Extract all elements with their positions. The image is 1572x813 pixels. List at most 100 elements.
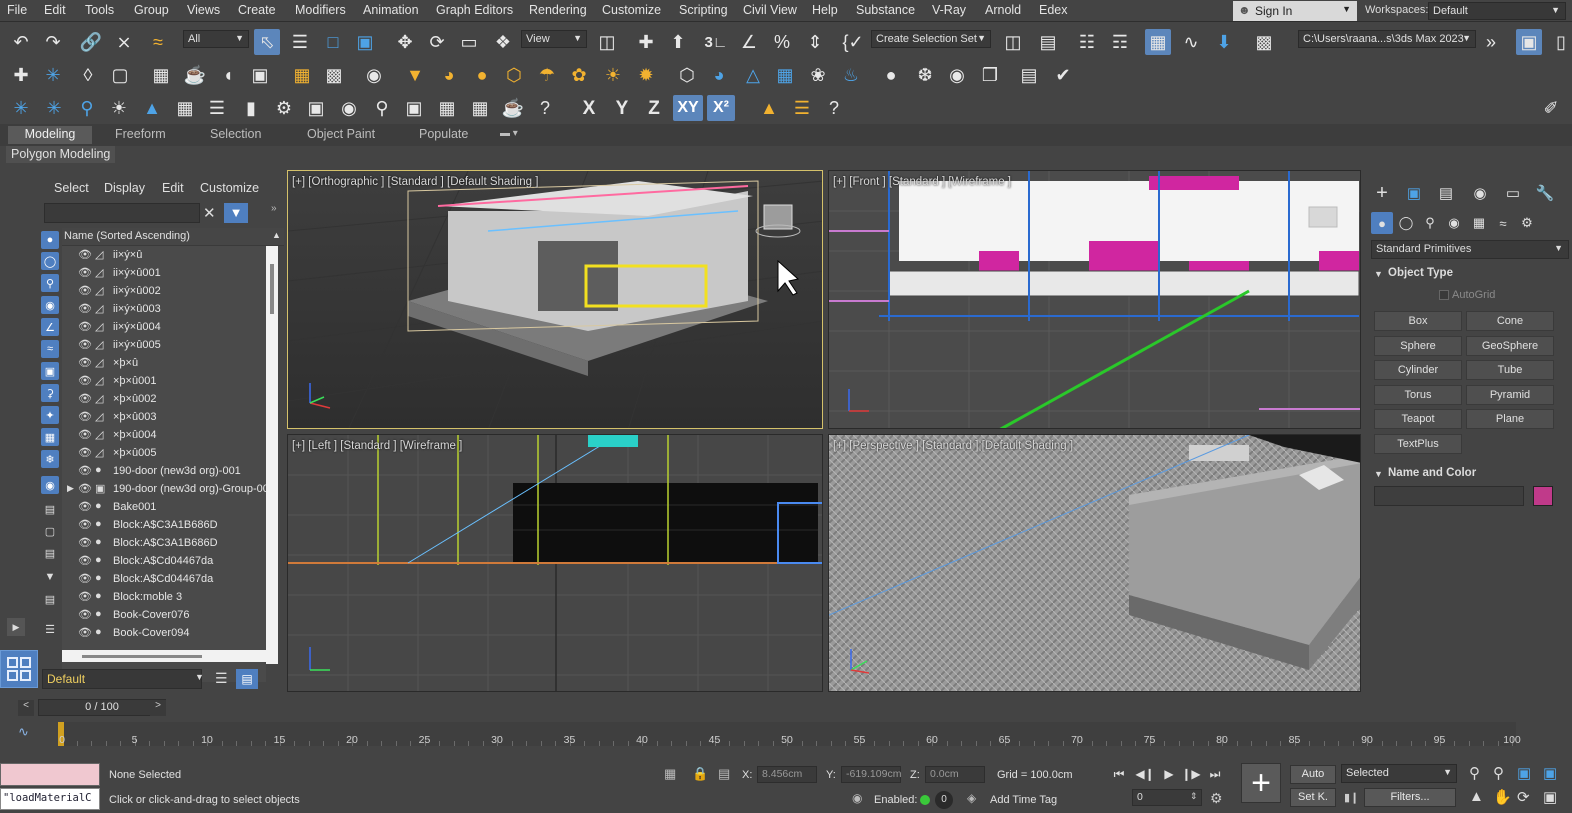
next-frame-icon[interactable]: ❙▶ (1180, 764, 1202, 784)
redo-icon[interactable]: ↷ (40, 29, 66, 55)
shapes-category-icon[interactable]: ◯ (1395, 212, 1417, 234)
ambient-light-icon[interactable]: ✿ (566, 62, 592, 88)
display-spacewarps-icon[interactable]: ≈ (41, 340, 59, 358)
menu-file[interactable]: File (7, 3, 27, 17)
display-geometry-icon[interactable]: ● (41, 231, 59, 249)
eye-icon[interactable]: 👁 (78, 374, 92, 387)
expand-arrow-icon[interactable]: ▶ (7, 618, 25, 636)
eye-icon[interactable]: 👁 (78, 284, 92, 297)
light-bulb-icon[interactable]: ⚲ (74, 95, 100, 121)
spot-light-icon[interactable]: ▼ (402, 62, 428, 88)
tree-scatter-icon[interactable]: ▲ (756, 95, 782, 121)
bind-space-warp-icon[interactable]: ≈ (145, 29, 171, 55)
menu-modifiers[interactable]: Modifiers (295, 3, 346, 17)
eye-icon[interactable]: 👁 (78, 464, 92, 477)
viewport-label[interactable]: [+] [Orthographic ] [Standard ] [Default… (292, 176, 538, 188)
display-frozen-icon[interactable]: ▤ (41, 500, 59, 518)
link-icon[interactable]: 🔗 (78, 29, 104, 55)
eye-icon[interactable]: 👁 (78, 590, 92, 603)
toggle-layer-explorer-icon[interactable]: ☶ (1107, 29, 1133, 55)
material-editor-icon[interactable]: ▩ (1251, 29, 1277, 55)
scene-search-input[interactable] (44, 203, 200, 223)
utilities-tab-icon[interactable]: 🔧 (1534, 182, 1556, 204)
spinner-snap-icon[interactable]: ⇕ (802, 29, 828, 55)
project-path-dropdown[interactable]: C:\Users\raana...s\3ds Max 2023 ▼ (1298, 30, 1476, 48)
rollout-collapse-icon[interactable]: ▼ (1374, 469, 1383, 479)
teapot-icon[interactable]: ☕ (182, 62, 208, 88)
list-item[interactable]: 👁 ◿ ×þ×û005 (62, 445, 266, 463)
go-to-end-icon[interactable]: ⏭ (1204, 764, 1226, 784)
viewport-label[interactable]: [+] [Left ] [Standard ] [Wireframe ] (292, 440, 462, 452)
list-item[interactable]: ▶ 👁 ▣ 190-door (new3d org)-Group-00 (62, 481, 266, 499)
named-selection-dropdown[interactable]: Create Selection Set ▼ (871, 30, 991, 48)
eye-icon[interactable]: 👁 (78, 320, 92, 333)
geosphere-button[interactable]: GeoSphere (1466, 335, 1554, 356)
eye-icon[interactable]: 👁 (78, 482, 92, 495)
scene-converter-icon[interactable]: ◉ (944, 62, 970, 88)
eye-icon[interactable]: 👁 (78, 608, 92, 621)
viewport-layout-icon[interactable] (0, 650, 38, 688)
chevron-left-icon[interactable]: < (18, 700, 34, 716)
curve-editor-icon[interactable]: ∿ (1178, 29, 1204, 55)
menu-customize[interactable]: Customize (602, 3, 661, 17)
viewport-left[interactable]: [+] [Left ] [Standard ] [Wireframe ] (287, 434, 823, 692)
polygon-modeling-panel[interactable]: Polygon Modeling (6, 146, 116, 163)
key-filters-button[interactable]: Filters... (1364, 788, 1456, 807)
viewport-orthographic[interactable]: [+] [Orthographic ] [Standard ] [Default… (287, 170, 823, 429)
cylinder-button[interactable]: Cylinder (1374, 360, 1462, 380)
list-item[interactable]: 👁 ● Book-Cover076 (62, 607, 266, 625)
dome-light-icon[interactable]: ◕ (436, 62, 462, 88)
pyramid-button[interactable]: Pyramid (1466, 384, 1554, 405)
isolate-icon[interactable]: ▦ (664, 766, 676, 782)
list-item[interactable]: 👁 ◿ ×þ×û (62, 355, 266, 373)
workspace-dropdown[interactable]: Default ▼ (1428, 2, 1566, 20)
list-item[interactable]: 👁 ◿ ×þ×û001 (62, 373, 266, 391)
go-to-start-icon[interactable]: ⏮ (1108, 764, 1130, 784)
mirror-icon[interactable]: ◫ (1000, 29, 1026, 55)
display-none-icon[interactable]: ▤ (41, 544, 59, 562)
chevron-down-icon[interactable]: ▼ (195, 672, 204, 682)
eye-icon[interactable]: 👁 (78, 392, 92, 405)
notes-icon[interactable]: ☰ (789, 95, 815, 121)
display-xrefs-icon[interactable]: ⚳ (41, 384, 59, 402)
list-item[interactable]: 👁 ● Bake001 (62, 499, 266, 517)
se-horizontal-scrollbar[interactable] (62, 650, 278, 662)
panel-toggle-icon[interactable]: ▯ (1548, 29, 1572, 55)
dummy-icon[interactable]: ▢ (107, 62, 133, 88)
tab-modeling[interactable]: Modeling (8, 126, 92, 144)
pivot-center-icon[interactable]: ◫ (594, 29, 620, 55)
schematic-view-icon[interactable]: ⬇ (1211, 29, 1237, 55)
eye-icon[interactable]: 👁 (78, 554, 92, 567)
help-circle-icon[interactable]: ? (821, 95, 847, 121)
toggle-scene-explorer-icon[interactable]: ☷ (1074, 29, 1100, 55)
mesh-light-icon[interactable]: ☂ (534, 62, 560, 88)
render-setup-icon[interactable]: ▦ (289, 62, 315, 88)
display-shapes-icon[interactable]: ◯ (41, 252, 59, 270)
viewport-label[interactable]: [+] [Front ] [Standard ] [Wireframe ] (833, 176, 1011, 188)
list-item[interactable]: 👁 ● Block:A$Cd04467da (62, 571, 266, 589)
eye-icon[interactable]: 👁 (78, 302, 92, 315)
box-icon[interactable]: ▣ (247, 62, 273, 88)
eye-icon[interactable]: 👁 (78, 536, 92, 549)
sun-icon[interactable]: ☀ (106, 95, 132, 121)
menu-rendering[interactable]: Rendering (529, 3, 587, 17)
layers-stack-icon[interactable]: ☰ (215, 670, 228, 687)
tab-populate[interactable]: Populate (419, 127, 468, 141)
edit-named-selection-icon[interactable]: {✓ (840, 29, 866, 55)
display-particles-icon[interactable]: ❄ (41, 450, 59, 468)
eye-icon[interactable]: 👁 (78, 500, 92, 513)
absolute-mode-icon[interactable]: ▤ (718, 766, 730, 782)
helper-icon[interactable]: ◊ (75, 62, 101, 88)
sun-light-icon[interactable]: ☀ (600, 62, 626, 88)
move-icon[interactable]: ✥ (392, 29, 418, 55)
eye-icon[interactable]: 👁 (78, 572, 92, 585)
motion-tab-icon[interactable]: ◉ (1469, 182, 1491, 204)
list-icon[interactable]: ☰ (204, 95, 230, 121)
tab-selection[interactable]: Selection (210, 127, 261, 141)
ies-light-icon[interactable]: ⬡ (501, 62, 527, 88)
se-menu-customize[interactable]: Customize (200, 181, 259, 195)
copy-icon[interactable]: ❐ (977, 62, 1003, 88)
orbit-icon[interactable]: ⟳ (1517, 788, 1530, 806)
axis-y-button[interactable]: Y (609, 95, 635, 121)
previous-frame-icon[interactable]: ◀❙ (1134, 764, 1156, 784)
